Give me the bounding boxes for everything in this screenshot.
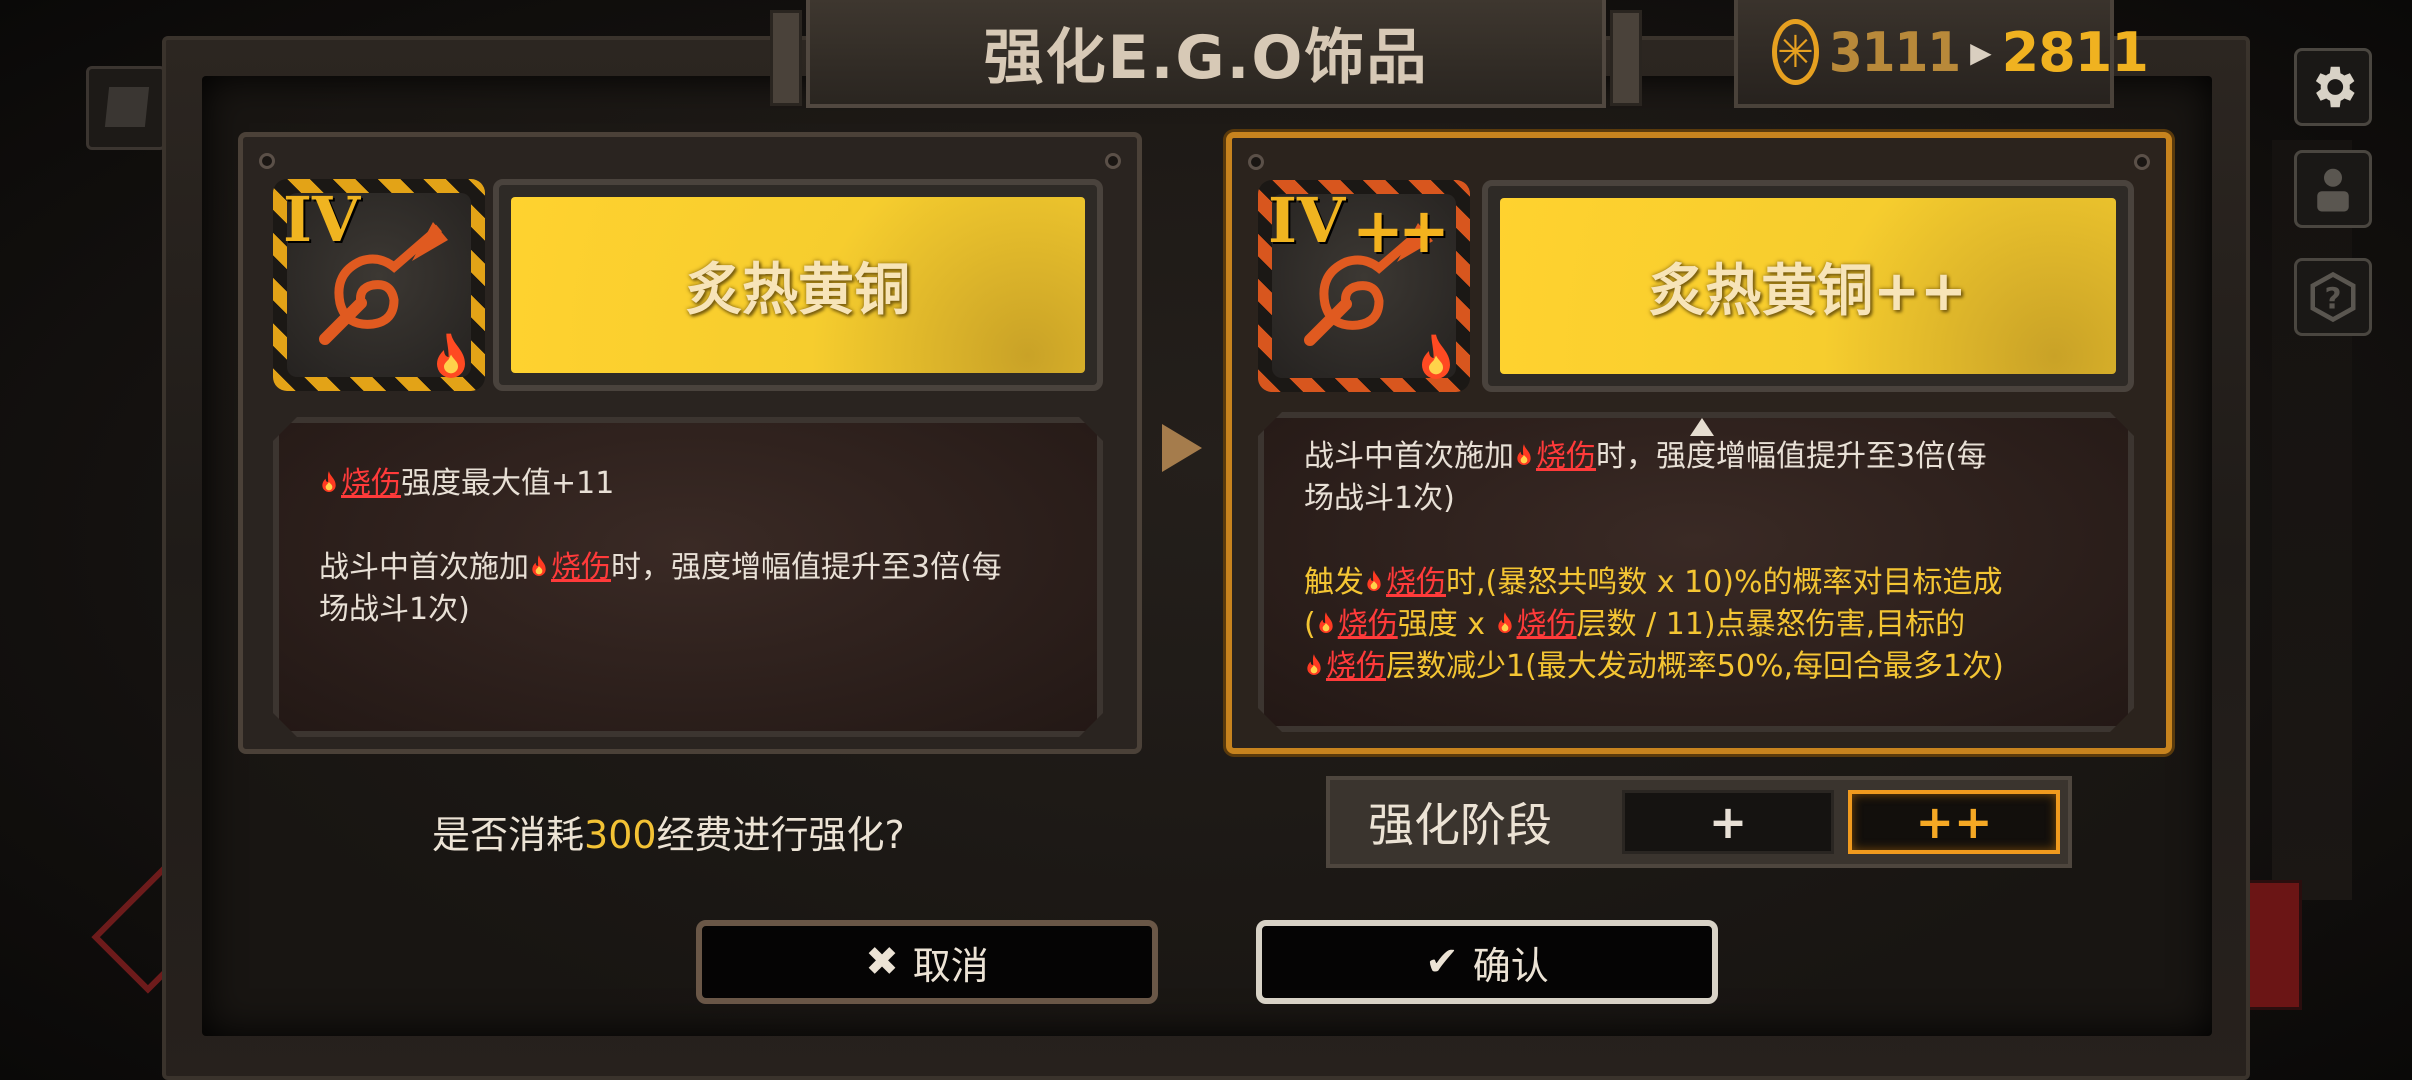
burn-icon: [437, 333, 465, 378]
cancel-label: 取消: [912, 943, 989, 988]
currency-display: ✳ 3111 ▶ 2811: [1734, 0, 2149, 108]
svg-text:?: ?: [2325, 281, 2342, 315]
burn-icon: [319, 469, 339, 495]
description-line: 烧伤强度最大值+11: [319, 463, 1057, 505]
confirm-button[interactable]: ✔ 确认: [1256, 920, 1718, 1004]
burn-keyword-link[interactable]: 烧伤: [551, 550, 611, 585]
burn-keyword-link[interactable]: 烧伤: [1517, 607, 1577, 642]
current-name-plate: 炙热黄铜: [493, 179, 1103, 391]
burn-icon: [1304, 652, 1324, 678]
background-side-panel: [2272, 140, 2352, 900]
cancel-button[interactable]: ✖ 取消: [696, 920, 1158, 1004]
enhance-stage-selector: 强化阶段 + ++: [1326, 776, 2072, 868]
burn-keyword-link[interactable]: 烧伤: [1536, 439, 1596, 474]
description-line: 场战斗1次): [319, 592, 470, 627]
upgrade-arrow-icon: [1162, 424, 1202, 472]
burn-keyword-link[interactable]: 烧伤: [1326, 649, 1386, 684]
check-icon: ✔: [1425, 939, 1459, 985]
dialog-title: 强化E.G.O饰品: [983, 22, 1429, 93]
burn-icon: [529, 553, 549, 579]
current-item-icon[interactable]: IV: [273, 179, 485, 391]
stage-label: 强化阶段: [1368, 798, 1552, 852]
stage-option-plus-plus[interactable]: ++: [1848, 790, 2060, 854]
plus-badge: ++: [1352, 194, 1450, 267]
burn-icon: [1316, 610, 1336, 636]
background-card: [86, 66, 166, 150]
burn-icon: [1495, 610, 1515, 636]
stage-option-plus[interactable]: +: [1622, 790, 1834, 854]
confirm-label: 确认: [1472, 943, 1549, 988]
coin-icon: ✳: [1772, 19, 1819, 85]
burn-icon: [1364, 568, 1384, 594]
gear-icon: [2315, 66, 2355, 108]
upgraded-item-panel: IV ++ 炙热黄铜++ 战斗中首次施加 烧伤时，强度增幅值提升至3倍(每 场战斗1…: [1226, 132, 2172, 754]
tier-label: IV: [283, 183, 361, 256]
burn-keyword-link[interactable]: 烧伤: [1338, 607, 1398, 642]
settings-button[interactable]: [2294, 48, 2372, 126]
description-line: 战斗中首次施加 烧伤时，强度增幅值提升至3倍(每: [1304, 439, 1987, 474]
description-line: 烧伤层数减少1(最大发动概率50%,每回合最多1次): [1304, 646, 2088, 688]
burn-icon: [1514, 442, 1534, 468]
current-item-panel: IV 炙热黄铜 烧伤强度最大值+11 战斗中首次施加 烧伤时，强度增幅值提升至3倍(…: [238, 132, 1142, 754]
currency-after: 2811: [2001, 20, 2149, 84]
close-icon: ✖: [865, 939, 899, 985]
currency-current: 3111: [1828, 20, 1961, 84]
current-item-name: 炙热黄铜: [686, 257, 910, 323]
currency-arrow-icon: ▶: [1970, 35, 1992, 69]
profile-button[interactable]: [2294, 150, 2372, 228]
tier-label: IV: [1268, 184, 1346, 257]
upgraded-name-plate: 炙热黄铜++: [1482, 180, 2134, 392]
description-line: 战斗中首次施加 烧伤时，强度增幅值提升至3倍(每: [319, 550, 1002, 585]
burn-icon: [1422, 334, 1450, 379]
description-line: 触发 烧伤时,(暴怒共鸣数 x 10)%的概率对目标造成: [1304, 565, 2003, 600]
burn-keyword-link[interactable]: 烧伤: [1386, 565, 1446, 600]
upgraded-item-name: 炙热黄铜++: [1649, 258, 1967, 324]
cost-value: 300: [584, 813, 657, 857]
scroll-up-icon[interactable]: [1690, 418, 1714, 436]
upgraded-description-box[interactable]: 战斗中首次施加 烧伤时，强度增幅值提升至3倍(每 场战斗1次) 触发 烧伤时,(暴怒共鸣…: [1258, 412, 2134, 732]
cost-question: 是否消耗300经费进行强化?: [432, 813, 905, 857]
description-line: 场战斗1次): [1304, 481, 1455, 516]
title-bar: 强化E.G.O饰品: [770, 0, 1642, 108]
current-description-box: 烧伤强度最大值+11 战斗中首次施加 烧伤时，强度增幅值提升至3倍(每 场战斗1次): [273, 417, 1103, 737]
help-button[interactable]: ?: [2294, 258, 2372, 336]
person-icon: [2317, 168, 2349, 212]
question-icon: ?: [2310, 271, 2356, 323]
burn-keyword-link[interactable]: 烧伤: [341, 466, 401, 501]
upgraded-item-icon[interactable]: IV ++: [1258, 180, 1470, 392]
description-line: (烧伤强度 x 烧伤层数 / 11)点暴怒伤害,目标的: [1304, 607, 1966, 642]
